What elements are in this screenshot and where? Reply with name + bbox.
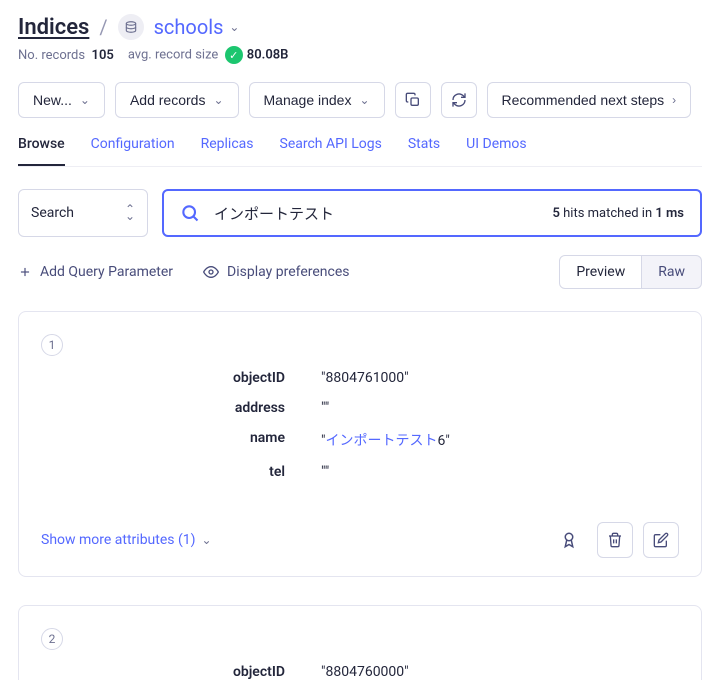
plus-icon [18, 265, 32, 279]
index-stats: No. records 105 avg. record size ✓80.08B [18, 46, 702, 64]
record-number-badge: 2 [41, 628, 63, 650]
add-query-parameter-link[interactable]: Add Query Parameter [18, 264, 173, 280]
view-toggle: Preview Raw [559, 255, 702, 289]
options-row: Add Query Parameter Display preferences … [18, 255, 702, 289]
tab-replicas[interactable]: Replicas [201, 136, 254, 166]
eye-icon [203, 264, 219, 280]
refresh-button[interactable] [441, 82, 477, 118]
new-button[interactable]: New...⌄ [18, 82, 105, 118]
attr-key: objectID [41, 664, 321, 680]
breadcrumb-indices-link[interactable]: Indices [18, 15, 89, 40]
display-preferences-link[interactable]: Display preferences [203, 264, 349, 280]
attr-value: "インポートテスト6" [321, 430, 679, 450]
breadcrumb-separator: / [99, 15, 107, 39]
ranking-info-button[interactable] [551, 522, 587, 558]
search-input[interactable] [214, 205, 538, 222]
chevron-down-icon: ⌄ [80, 93, 90, 107]
record-card: 1 objectID "8804761000" address "" name … [18, 311, 702, 577]
chevron-down-icon: ⌄ [202, 533, 212, 547]
attr-value: "8804761000" [321, 370, 679, 386]
copy-icon [405, 92, 421, 108]
attr-value: "" [321, 464, 679, 480]
manage-index-button[interactable]: Manage index⌄ [249, 82, 385, 118]
chevron-down-icon: ⌄ [229, 20, 239, 34]
search-row: Search ⌃⌄ 5 hits matched in 1 ms [18, 189, 702, 237]
show-more-attributes-link[interactable]: Show more attributes (1)⌄ [41, 532, 212, 548]
attr-key: tel [41, 464, 321, 480]
ribbon-icon [560, 531, 578, 549]
preview-toggle[interactable]: Preview [559, 255, 642, 289]
hits-info: 5 hits matched in 1 ms [552, 206, 684, 221]
record-card: 2 objectID "8804760000" [18, 605, 702, 680]
refresh-icon [451, 92, 467, 108]
chevron-down-icon: ⌄ [213, 93, 223, 107]
trash-icon [607, 532, 623, 548]
raw-toggle[interactable]: Raw [642, 255, 702, 289]
index-selector[interactable]: schools ⌄ [154, 15, 240, 39]
attr-key: objectID [41, 370, 321, 386]
attr-key: address [41, 400, 321, 416]
attr-value: "8804760000" [321, 664, 679, 680]
page-header: Indices / schools ⌄ [18, 14, 702, 40]
chevron-right-icon: › [672, 93, 676, 107]
search-mode-selector[interactable]: Search ⌃⌄ [18, 189, 148, 237]
chevron-down-icon: ⌄ [359, 93, 369, 107]
delete-record-button[interactable] [597, 522, 633, 558]
toolbar: New...⌄ Add records⌄ Manage index⌄ Recom… [18, 82, 702, 118]
record-number-badge: 1 [41, 334, 63, 356]
tab-stats[interactable]: Stats [408, 136, 440, 166]
add-records-button[interactable]: Add records⌄ [115, 82, 239, 118]
tab-search-api-logs[interactable]: Search API Logs [280, 136, 382, 166]
search-icon [180, 203, 200, 223]
index-type-icon [118, 14, 144, 40]
attr-value: "" [321, 400, 679, 416]
check-icon: ✓ [225, 46, 243, 64]
copy-button[interactable] [395, 82, 431, 118]
edit-icon [653, 532, 669, 548]
tabs-nav: Browse Configuration Replicas Search API… [18, 136, 702, 167]
edit-record-button[interactable] [643, 522, 679, 558]
tab-ui-demos[interactable]: UI Demos [466, 136, 526, 166]
recommended-steps-button[interactable]: Recommended next steps› [487, 82, 692, 118]
attr-key: name [41, 430, 321, 450]
tab-configuration[interactable]: Configuration [91, 136, 175, 166]
sort-arrows-icon: ⌃⌄ [125, 206, 135, 219]
tab-browse[interactable]: Browse [18, 136, 65, 166]
search-box: 5 hits matched in 1 ms [162, 189, 702, 237]
